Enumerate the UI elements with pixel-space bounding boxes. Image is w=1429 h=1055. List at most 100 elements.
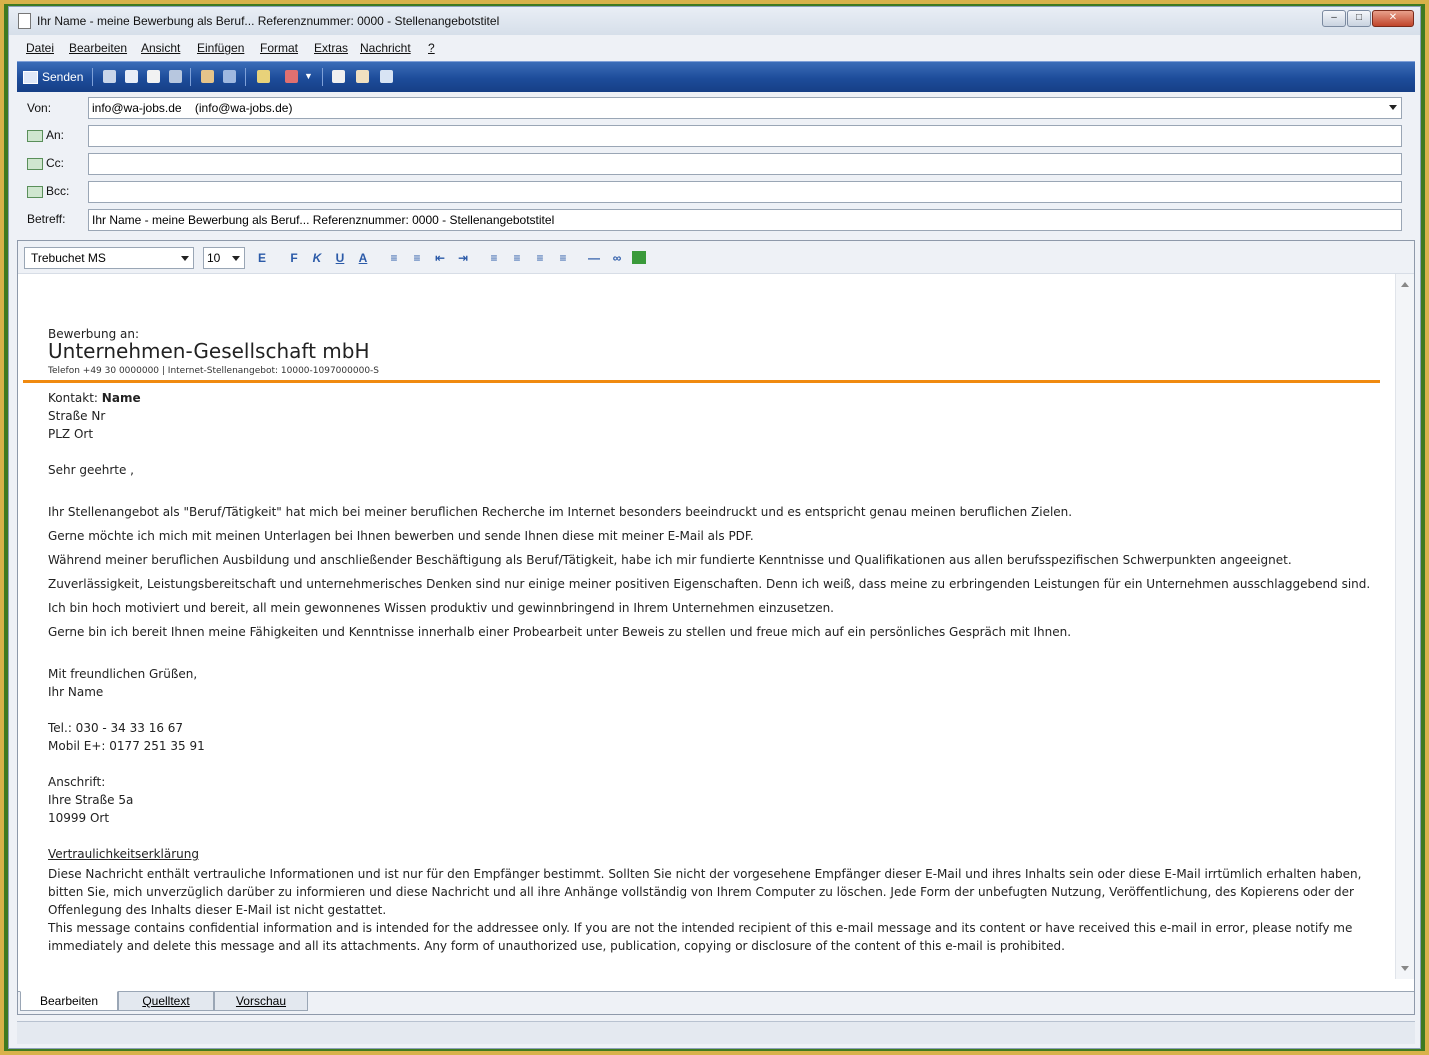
decrease-indent-icon[interactable]: ⇤: [432, 251, 448, 265]
main-toolbar: Senden ▼: [17, 61, 1415, 92]
mobile: Mobil E+: 0177 251 35 91: [48, 739, 205, 753]
document-icon: [18, 13, 31, 29]
paragraph: Ihr Stellenangebot als "Beruf/Tätigkeit"…: [48, 505, 1073, 519]
address-street: Ihre Straße 5a: [48, 793, 134, 807]
align-center-icon[interactable]: ≡: [509, 251, 525, 265]
increase-indent-icon[interactable]: ⇥: [455, 251, 471, 265]
send-label: Senden: [42, 70, 84, 84]
menu-datei[interactable]: Datei: [26, 41, 54, 55]
menu-bar: Datei Bearbeiten Ansicht Einfügen Format…: [17, 37, 1415, 59]
send-button[interactable]: Senden: [23, 68, 83, 86]
horizontal-rule-icon[interactable]: —: [586, 251, 602, 265]
bcc-button[interactable]: Bcc:: [27, 184, 69, 198]
subject-field[interactable]: Ihr Name - meine Bewerbung als Beruf... …: [88, 209, 1402, 231]
cut-icon[interactable]: [103, 70, 116, 83]
cc-field[interactable]: [88, 153, 1402, 175]
minimize-button[interactable]: –: [1322, 10, 1346, 27]
tab-quelltext[interactable]: Quelltext: [118, 991, 214, 1011]
window-controls: – □ ✕: [1322, 10, 1414, 27]
scroll-up-icon[interactable]: [1401, 282, 1409, 287]
message-body[interactable]: Bewerbung an: Unternehmen-Gesellschaft m…: [18, 274, 1394, 979]
toolbar-separator: [190, 68, 191, 86]
justify-icon[interactable]: ≡: [555, 251, 571, 265]
paragraph: Zuverlässigkeit, Leistungsbereitschaft u…: [48, 577, 1371, 591]
sign-icon[interactable]: [332, 70, 345, 83]
vertical-scrollbar[interactable]: [1395, 274, 1414, 979]
confidential-en: This message contains confidential infor…: [48, 921, 1353, 953]
offline-icon[interactable]: [380, 70, 393, 83]
encrypt-icon[interactable]: [356, 70, 369, 83]
menu-format[interactable]: Format: [260, 41, 298, 55]
to-field[interactable]: [88, 125, 1402, 147]
address-city: 10999 Ort: [48, 811, 110, 825]
copy-icon[interactable]: [125, 70, 138, 83]
link-icon[interactable]: ∞: [609, 251, 625, 265]
tab-bearbeiten[interactable]: Bearbeiten: [20, 991, 118, 1011]
tab-vorschau[interactable]: Vorschau: [214, 991, 308, 1011]
editor-tabs: Bearbeiten Quelltext Vorschau: [18, 991, 1414, 1014]
contact-city: PLZ Ort: [48, 427, 94, 441]
phone: Tel.: 030 - 34 33 16 67: [48, 721, 184, 735]
align-left-icon[interactable]: ≡: [486, 251, 502, 265]
menu-ansicht[interactable]: Ansicht: [141, 41, 180, 55]
paragraph: Ich bin hoch motiviert und bereit, all m…: [48, 601, 834, 615]
paragraph-style-icon[interactable]: E: [254, 251, 270, 265]
contact-label: Kontakt:: [48, 391, 102, 405]
menu-help[interactable]: ?: [428, 41, 435, 55]
paste-icon[interactable]: [147, 70, 160, 83]
company-name: Unternehmen-Gesellschaft mbH: [48, 339, 370, 363]
menu-nachricht[interactable]: Nachricht: [360, 41, 411, 55]
menu-extras[interactable]: Extras: [314, 41, 348, 55]
toolbar-separator: [322, 68, 323, 86]
spellcheck-icon[interactable]: [223, 70, 236, 83]
status-bar: [17, 1021, 1415, 1044]
window-title: Ihr Name - meine Bewerbung als Beruf... …: [37, 14, 500, 28]
chevron-down-icon: [1389, 105, 1397, 110]
close-button[interactable]: ✕: [1372, 10, 1414, 27]
company-info: Telefon +49 30 0000000 | Internet-Stelle…: [48, 366, 380, 376]
underline-icon[interactable]: U: [332, 251, 348, 265]
bullet-list-icon[interactable]: ≡: [409, 251, 425, 265]
contact-line: Kontakt: Name: [48, 391, 141, 405]
greeting: Sehr geehrte ,: [48, 463, 134, 477]
undo-icon[interactable]: [169, 70, 182, 83]
email-compose-window: Ihr Name - meine Bewerbung als Beruf... …: [8, 6, 1421, 1049]
address-card-icon: [27, 185, 43, 198]
address-card-icon: [27, 157, 43, 170]
maximize-button[interactable]: □: [1347, 10, 1371, 27]
message-editor: Trebuchet MS 10 E F K U A ≡ ≡ ⇤ ⇥ ≡ ≡ ≡ …: [17, 240, 1415, 1015]
confidential-de: Diese Nachricht enthält vertrauliche Inf…: [48, 867, 1362, 917]
font-select[interactable]: Trebuchet MS: [24, 247, 194, 269]
font-color-icon[interactable]: A: [355, 251, 371, 265]
toolbar-separator: [245, 68, 246, 86]
paragraph: Während meiner beruflichen Ausbildung un…: [48, 553, 1292, 567]
font-size-select[interactable]: 10: [203, 247, 245, 269]
from-label: Von:: [27, 101, 52, 115]
menu-bearbeiten[interactable]: Bearbeiten: [69, 41, 127, 55]
closing: Mit freundlichen Grüßen,: [48, 667, 198, 681]
menu-einfuegen[interactable]: Einfügen: [197, 41, 244, 55]
confidential-title: Vertraulichkeitserklärung: [48, 847, 199, 861]
align-right-icon[interactable]: ≡: [532, 251, 548, 265]
bold-icon[interactable]: F: [286, 251, 302, 265]
to-button[interactable]: An:: [27, 128, 64, 142]
priority-icon[interactable]: [285, 70, 298, 83]
sender-name: Ihr Name: [48, 685, 104, 699]
numbered-list-icon[interactable]: ≡: [386, 251, 402, 265]
from-select[interactable]: info@wa-jobs.de (info@wa-jobs.de): [88, 97, 1402, 119]
paragraph: Gerne möchte ich mich mit meinen Unterla…: [48, 529, 754, 543]
bcc-field[interactable]: [88, 181, 1402, 203]
subject-label: Betreff:: [27, 212, 66, 226]
priority-dropdown-icon[interactable]: ▼: [304, 70, 313, 83]
chevron-down-icon: [232, 256, 240, 261]
cc-button[interactable]: Cc:: [27, 156, 64, 170]
send-icon: [23, 70, 38, 84]
attach-icon[interactable]: [257, 70, 270, 83]
scroll-down-icon[interactable]: [1401, 966, 1409, 971]
italic-icon[interactable]: K: [309, 251, 325, 265]
address-book-icon[interactable]: [201, 70, 214, 83]
font-size-value: 10: [207, 251, 221, 265]
title-bar[interactable]: Ihr Name - meine Bewerbung als Beruf... …: [9, 7, 1420, 35]
address-label: Anschrift:: [48, 775, 106, 789]
insert-image-icon[interactable]: [632, 251, 646, 264]
